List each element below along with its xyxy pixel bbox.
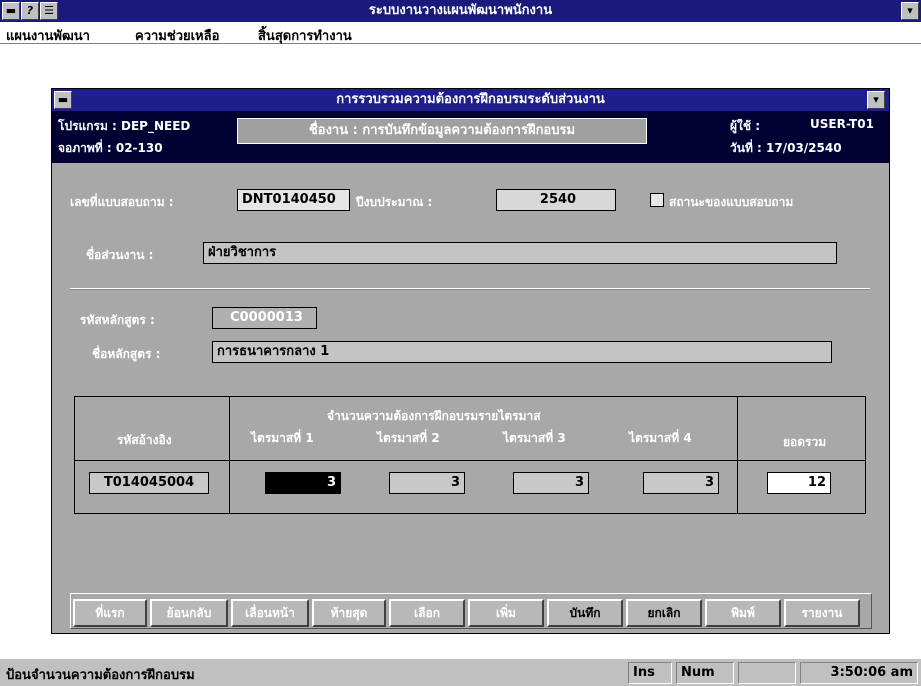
app-title-bar: ▬ ? ☰ ระบบงานวางแผนพัฒนาพนักงาน ▾ bbox=[0, 0, 921, 22]
next-button[interactable]: เลื่อนหน้า bbox=[231, 599, 309, 627]
col-q1-header: ไตรมาสที่ 1 bbox=[251, 431, 314, 445]
qno-field[interactable]: DNT0140450 bbox=[237, 189, 350, 211]
screen-title: ชื่องาน : การบันทึกข้อมูลความต้องการฝึกอ… bbox=[237, 118, 647, 144]
program-label: โปรแกรม : DEP_NEED bbox=[58, 119, 191, 133]
separator bbox=[70, 288, 870, 290]
course-code-label: รหัสหลักสูตร : bbox=[80, 313, 155, 327]
report-button[interactable]: รายงาน bbox=[784, 599, 860, 627]
status-checkbox[interactable] bbox=[650, 193, 664, 207]
last-button[interactable]: ท้ายสุด bbox=[312, 599, 386, 627]
col-q4-header: ไตรมาสที่ 4 bbox=[629, 431, 692, 445]
document-icon[interactable]: ☰ bbox=[40, 2, 58, 20]
num-indicator: Num bbox=[676, 662, 734, 684]
menu-item-exit[interactable]: สิ้นสุดการทำงาน bbox=[258, 25, 352, 46]
form-title: การรวบรวมความต้องการฝึกอบรมระดับส่วนงาน bbox=[336, 92, 605, 107]
maximize-icon[interactable]: ▾ bbox=[901, 2, 919, 20]
q1-cell[interactable]: 3 bbox=[265, 472, 341, 494]
dept-field[interactable]: ฝ่ายวิชาการ bbox=[203, 242, 837, 264]
application-window: ▬ ? ☰ ระบบงานวางแผนพัฒนาพนักงาน ▾ แผนงาน… bbox=[0, 0, 921, 686]
menu-item-help[interactable]: ความช่วยเหลือ bbox=[135, 25, 219, 46]
form-header: โปรแกรม : DEP_NEED จอภาพที่ : 02-130 ชื่… bbox=[52, 111, 889, 163]
status-label: สถานะของแบบสอบถาม bbox=[669, 195, 794, 209]
col-total-header: ยอดรวม bbox=[783, 435, 827, 449]
col-q3-header: ไตรมาสที่ 3 bbox=[503, 431, 566, 445]
q2-cell[interactable]: 3 bbox=[389, 472, 465, 494]
cancel-button[interactable]: ยกเลิก bbox=[626, 599, 702, 627]
form-maximize-icon[interactable]: ▾ bbox=[867, 91, 885, 109]
select-button[interactable]: เลือก bbox=[389, 599, 465, 627]
empty-indicator bbox=[738, 662, 796, 684]
form-system-menu-icon[interactable]: ▬ bbox=[54, 91, 72, 109]
q3-cell[interactable]: 3 bbox=[513, 472, 589, 494]
dept-label: ชื่อส่วนงาน : bbox=[86, 248, 154, 262]
print-button[interactable]: พิมพ์ bbox=[705, 599, 781, 627]
user-label: ผู้ใช้ : bbox=[730, 119, 761, 133]
system-menu-icon[interactable]: ▬ bbox=[2, 2, 20, 20]
first-button[interactable]: ที่แรก bbox=[73, 599, 147, 627]
status-message: ป้อนจำนวนความต้องการฝึกอบรม bbox=[6, 668, 195, 683]
qno-label: เลขที่แบบสอบถาม : bbox=[70, 195, 174, 209]
date-label: วันที่ : 17/03/2540 bbox=[730, 141, 842, 155]
course-code-field[interactable]: C0000013 bbox=[212, 307, 317, 329]
q4-cell[interactable]: 3 bbox=[643, 472, 719, 494]
ref-cell[interactable]: T014045004 bbox=[89, 472, 209, 494]
menu-item-plan[interactable]: แผนงานพัฒนา bbox=[6, 25, 90, 46]
form-title-bar: ▬ การรวบรวมความต้องการฝึกอบรมระดับส่วนงา… bbox=[52, 89, 889, 111]
total-cell: 12 bbox=[767, 472, 831, 494]
button-bar: ที่แรก ย้อนกลับ เลื่อนหน้า ท้ายสุด เลือก… bbox=[70, 593, 872, 629]
screen-label: จอภาพที่ : 02-130 bbox=[58, 141, 163, 155]
year-field[interactable]: 2540 bbox=[496, 189, 616, 211]
help-icon[interactable]: ? bbox=[21, 2, 39, 20]
grid-divider-left bbox=[229, 397, 230, 513]
app-title: ระบบงานวางแผนพัฒนาพนักงาน bbox=[368, 3, 553, 18]
previous-button[interactable]: ย้อนกลับ bbox=[150, 599, 228, 627]
save-button[interactable]: บันทึก bbox=[547, 599, 623, 627]
form-window: ▬ การรวบรวมความต้องการฝึกอบรมระดับส่วนงา… bbox=[51, 88, 890, 634]
ins-indicator: Ins bbox=[628, 662, 672, 684]
menu-bar: แผนงานพัฒนา ความช่วยเหลือ สิ้นสุดการทำงา… bbox=[0, 22, 921, 44]
add-button[interactable]: เพิ่ม bbox=[468, 599, 544, 627]
year-label: ปีงบประมาณ : bbox=[356, 195, 433, 209]
course-name-field[interactable]: การธนาคารกลาง 1 bbox=[212, 341, 832, 363]
col-ref-header: รหัสอ้างอิง bbox=[117, 433, 172, 447]
user-value: USER-T01 bbox=[810, 117, 874, 131]
grid-divider-right bbox=[737, 397, 738, 513]
quarterly-grid: รหัสอ้างอิง จำนวนความต้องการฝึกอบรมรายไต… bbox=[74, 396, 866, 514]
course-name-label: ชื่อหลักสูตร : bbox=[92, 347, 161, 361]
group-header: จำนวนความต้องการฝึกอบรมรายไตรมาส bbox=[327, 409, 541, 423]
col-q2-header: ไตรมาสที่ 2 bbox=[377, 431, 440, 445]
clock: 3:50:06 am bbox=[800, 662, 918, 684]
status-bar: ป้อนจำนวนความต้องการฝึกอบรม Ins Num 3:50… bbox=[0, 658, 921, 686]
